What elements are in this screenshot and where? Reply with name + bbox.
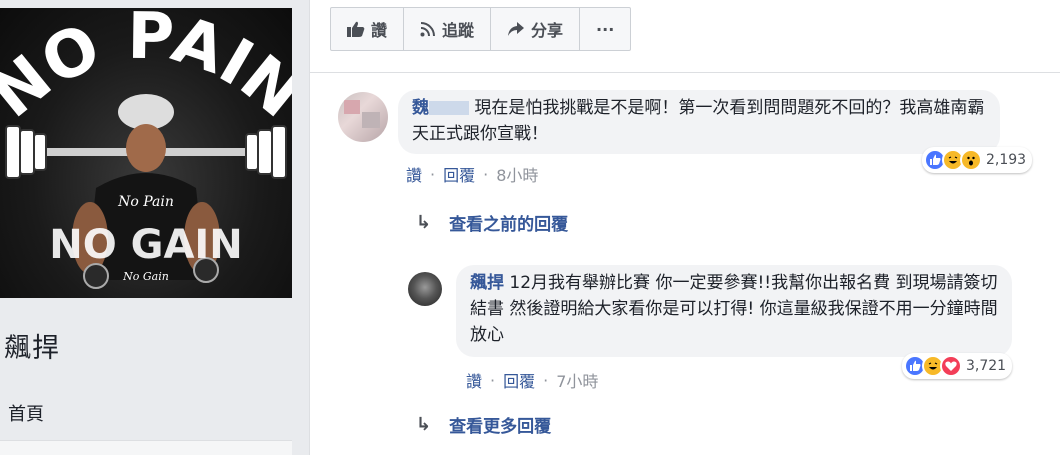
- view-more-replies-label: 查看更多回覆: [449, 417, 552, 437]
- page-sidebar: NO PAIN No Pain NO GAIN No Gai: [0, 0, 310, 455]
- like-page-label: 讚: [371, 21, 388, 40]
- view-more-replies-link[interactable]: ↳ 查看更多回覆: [416, 412, 551, 437]
- share-arrow-icon: [507, 21, 525, 37]
- reply-bubble: 飆捍 12月我有舉辦比賽 你一定要參賽!!我幫你出報名費 到現場請簽切結書 然後…: [456, 265, 1012, 357]
- like-page-button[interactable]: 讚: [331, 8, 405, 50]
- comment-timestamp[interactable]: 7小時: [556, 368, 598, 392]
- reply-comment-link[interactable]: 回覆: [443, 162, 475, 186]
- reaction-summary[interactable]: 2,193: [922, 147, 1033, 173]
- reaction-summary[interactable]: 3,721: [902, 353, 1013, 379]
- more-options-label: ···: [596, 19, 615, 39]
- separator-dot: ·: [490, 370, 496, 390]
- sidebar-item-next[interactable]: [0, 440, 292, 455]
- page-title[interactable]: 飆捍: [4, 326, 60, 365]
- more-options-button[interactable]: ···: [580, 8, 630, 50]
- avatar[interactable]: [338, 92, 388, 142]
- main-content: 讚 追蹤 分享 ··· 魏 現在是怕我挑戰是不是啊！第一次看到問問題死不回的？我…: [310, 0, 1060, 455]
- comment-author[interactable]: 魏: [412, 98, 429, 118]
- separator-dot: ·: [543, 370, 549, 390]
- view-previous-replies-label: 查看之前的回覆: [449, 215, 569, 235]
- cover-banner-text: NO GAIN: [49, 222, 243, 268]
- reply-arrow-icon: ↳: [416, 212, 432, 233]
- love-reaction-icon: [940, 355, 962, 377]
- rss-icon: [420, 21, 436, 37]
- sidebar-item-home[interactable]: 首頁: [8, 400, 44, 426]
- share-page-label: 分享: [531, 21, 564, 40]
- blurred-name: [429, 101, 469, 115]
- comment-actions: 讚 · 回覆 · 8小時: [406, 162, 538, 186]
- share-page-button[interactable]: 分享: [491, 8, 581, 50]
- like-comment-link[interactable]: 讚: [406, 162, 422, 186]
- reply-actions: 讚 · 回覆 · 7小時: [466, 368, 598, 392]
- wow-reaction-icon: [960, 149, 982, 171]
- reaction-count: 2,193: [986, 152, 1027, 168]
- cover-photo[interactable]: NO PAIN No Pain NO GAIN No Gai: [0, 8, 292, 298]
- reply-text: 12月我有舉辦比賽 你一定要參賽!!我幫你出報名費 到現場請簽切結書 然後證明給…: [470, 273, 998, 345]
- view-previous-replies-link[interactable]: ↳ 查看之前的回覆: [416, 210, 568, 235]
- separator-dot: ·: [430, 164, 436, 184]
- follow-page-label: 追蹤: [442, 21, 475, 40]
- avatar[interactable]: [408, 272, 442, 306]
- comment-timestamp[interactable]: 8小時: [496, 162, 538, 186]
- reply-comment-link[interactable]: 回覆: [503, 368, 535, 392]
- separator-dot: ·: [483, 164, 489, 184]
- thumbs-up-icon: [347, 21, 365, 37]
- cover-shirt-text: No Pain: [117, 194, 174, 210]
- reply-author[interactable]: 飆捍: [470, 273, 504, 293]
- comment-text: 現在是怕我挑戰是不是啊！第一次看到問問題死不回的？我高雄南霸天正式跟你宣戰！: [412, 98, 985, 144]
- page-action-bar: 讚 追蹤 分享 ···: [330, 7, 632, 51]
- cover-graphic: NO PAIN No Pain NO GAIN No Gai: [0, 8, 292, 289]
- reaction-count: 3,721: [966, 358, 1007, 374]
- follow-page-button[interactable]: 追蹤: [404, 8, 492, 50]
- cover-small-text: No Gain: [122, 270, 169, 283]
- comment-bubble: 魏 現在是怕我挑戰是不是啊！第一次看到問問題死不回的？我高雄南霸天正式跟你宣戰！: [398, 90, 1000, 154]
- reply-arrow-icon: ↳: [416, 414, 432, 435]
- like-comment-link[interactable]: 讚: [466, 368, 482, 392]
- section-divider: [310, 72, 1060, 73]
